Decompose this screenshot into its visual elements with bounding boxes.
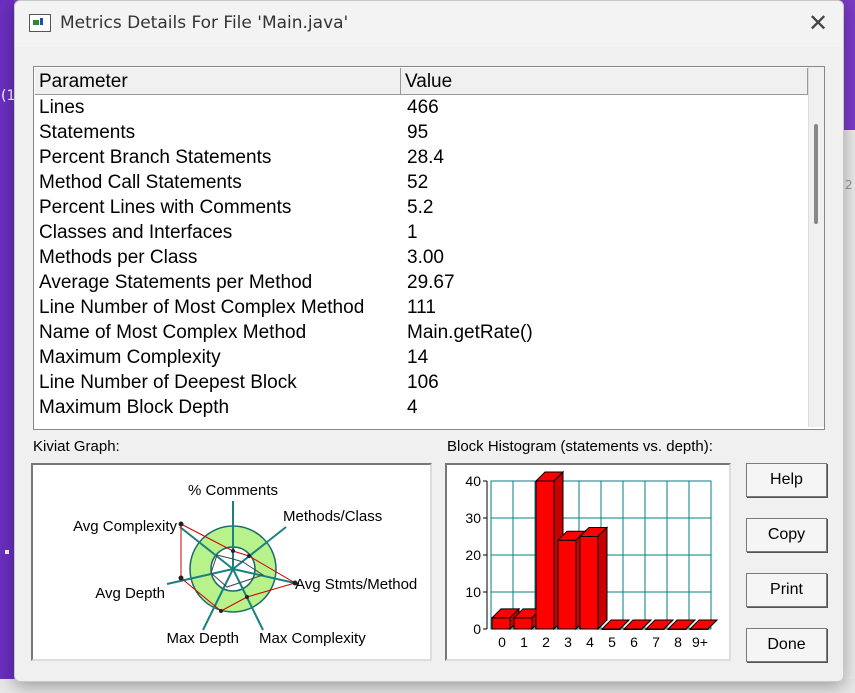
parameter-cell: Lines <box>39 97 85 118</box>
kiviat-axis-label: Max Depth <box>166 630 239 647</box>
x-tick-label: 2 <box>542 634 550 650</box>
parameter-cell: Percent Branch Statements <box>39 147 272 168</box>
parameter-cell: Name of Most Complex Method <box>39 322 307 343</box>
done-button[interactable]: Done <box>746 628 827 662</box>
parameter-cell: Statements <box>39 122 136 143</box>
x-tick-label: 6 <box>630 634 638 650</box>
column-header-parameter[interactable]: Parameter <box>35 68 401 94</box>
value-cell: 106 <box>407 372 439 393</box>
kiviat-axis-label: Avg Depth <box>95 585 165 602</box>
y-tick-label: 20 <box>465 547 481 563</box>
value-cell: 3.00 <box>407 247 444 268</box>
parameter-cell: Maximum Complexity <box>39 347 221 368</box>
kiviat-label: Kiviat Graph: <box>33 438 120 455</box>
scrollbar-thumb[interactable] <box>814 124 818 224</box>
histogram-bar <box>491 617 511 630</box>
parameter-cell: Classes and Interfaces <box>39 222 233 243</box>
background-dot <box>5 550 9 554</box>
x-tick-label: 1 <box>520 634 528 650</box>
value-cell: 14 <box>407 347 429 368</box>
kiviat-axis-label: % Comments <box>188 482 278 499</box>
block-histogram: 40 30 20 10 0 0 1 2 3 4 5 6 7 8 9+ <box>445 463 731 661</box>
histogram-label: Block Histogram (statements vs. depth): <box>447 438 713 455</box>
table-body: Lines 466 Statements 95 Percent Branch State… <box>35 95 808 420</box>
x-tick-label: 3 <box>564 634 572 650</box>
close-icon[interactable]: ✕ <box>803 9 833 37</box>
histogram-bar <box>557 539 577 630</box>
parameter-cell: Line Number of Deepest Block <box>39 372 297 393</box>
parameter-cell: Percent Lines with Comments <box>39 197 292 218</box>
parameter-cell: Line Number of Most Complex Method <box>39 297 365 318</box>
app-icon <box>29 14 51 32</box>
kiviat-graph: % Comments Methods/Class Avg Stmts/Metho… <box>31 463 432 661</box>
table-row[interactable]: Percent Branch Statements 28.4 <box>35 145 808 170</box>
table-row[interactable]: Statements 95 <box>35 120 808 145</box>
histogram-bar <box>513 617 533 630</box>
x-tick-label: 4 <box>586 634 594 650</box>
table-row[interactable]: Method Call Statements 52 <box>35 170 808 195</box>
title-bar[interactable]: Metrics Details For File 'Main.java' ✕ <box>15 1 843 47</box>
parameter-cell: Maximum Block Depth <box>39 397 230 418</box>
table-header: Parameter Value <box>35 68 808 95</box>
copy-button[interactable]: Copy <box>746 518 827 552</box>
histogram-svg: 4030201000 1 2 3 4 5 6 7 8 9+ <box>465 470 719 650</box>
table-row[interactable]: Maximum Complexity 14 <box>35 345 808 370</box>
background-tab-label: 2 <box>845 178 853 192</box>
value-cell: 29.67 <box>407 272 455 293</box>
parameter-cell: Methods per Class <box>39 247 198 268</box>
print-button[interactable]: Print <box>746 573 827 607</box>
kiviat-axis-label: Max Complexity <box>259 630 366 647</box>
parameter-cell: Method Call Statements <box>39 172 242 193</box>
table-scrollbar[interactable] <box>808 67 824 427</box>
metrics-dialog: Metrics Details For File 'Main.java' ✕ P… <box>14 0 844 682</box>
histogram-bar <box>579 536 599 630</box>
value-cell: 1 <box>407 222 418 243</box>
table-row[interactable]: Classes and Interfaces 1 <box>35 220 808 245</box>
x-tick-label: 0 <box>498 634 506 650</box>
table-row[interactable]: Lines 466 <box>35 95 808 120</box>
parameter-cell: Average Statements per Method <box>39 272 313 293</box>
column-header-value[interactable]: Value <box>401 68 808 94</box>
value-cell: Main.getRate() <box>407 322 533 343</box>
help-button[interactable]: Help <box>746 463 827 497</box>
table-row[interactable]: Percent Lines with Comments 5.2 <box>35 195 808 220</box>
kiviat-svg: % Comments Methods/Class Avg Stmts/Metho… <box>73 482 417 647</box>
metrics-table[interactable]: Parameter Value Lines 466 Statements 95 Perc… <box>33 66 825 430</box>
y-tick-label: 10 <box>465 584 481 600</box>
value-cell: 4 <box>407 397 418 418</box>
x-tick-label: 8 <box>674 634 682 650</box>
y-tick-label: 40 <box>465 473 481 489</box>
histogram-bar <box>535 480 555 630</box>
x-tick-label: 9+ <box>692 634 708 650</box>
histogram-bar-side <box>597 526 608 631</box>
window-title: Metrics Details For File 'Main.java' <box>60 13 349 33</box>
value-cell: 52 <box>407 172 429 193</box>
table-row[interactable]: Maximum Block Depth 4 <box>35 395 808 420</box>
table-row[interactable]: Methods per Class 3.00 <box>35 245 808 270</box>
table-row[interactable]: Average Statements per Method 29.67 <box>35 270 808 295</box>
y-tick-label: 0 <box>473 621 481 637</box>
value-cell: 111 <box>407 297 436 318</box>
table-row[interactable]: Name of Most Complex Method Main.getRate(… <box>35 320 808 345</box>
table-row[interactable]: Line Number of Deepest Block 106 <box>35 370 808 395</box>
kiviat-axis-label: Methods/Class <box>283 508 382 525</box>
x-tick-label: 7 <box>652 634 660 650</box>
value-cell: 28.4 <box>407 147 444 168</box>
table-row[interactable]: Line Number of Most Complex Method 111 <box>35 295 808 320</box>
y-tick-label: 30 <box>465 510 481 526</box>
kiviat-axis-label: Avg Stmts/Method <box>295 576 417 593</box>
kiviat-axis-label: Avg Complexity <box>73 518 177 535</box>
value-cell: 5.2 <box>407 197 434 218</box>
value-cell: 95 <box>407 122 429 143</box>
x-tick-label: 5 <box>608 634 616 650</box>
value-cell: 466 <box>407 97 439 118</box>
